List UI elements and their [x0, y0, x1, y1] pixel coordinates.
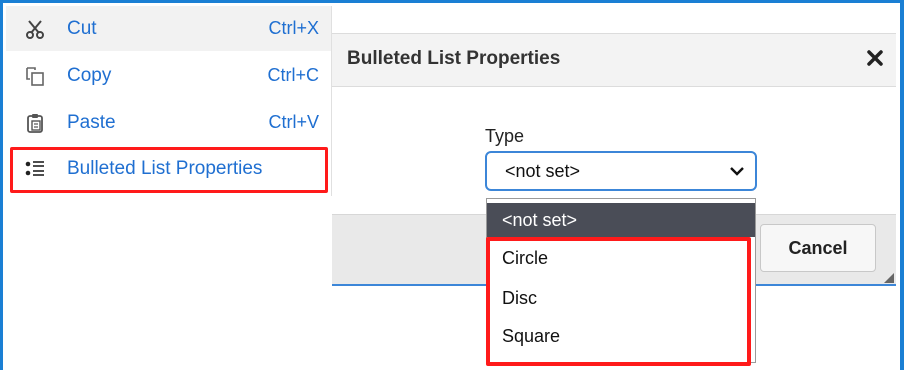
type-label: Type	[485, 126, 525, 146]
dropdown-option-not-set[interactable]: <not set>	[487, 203, 755, 237]
dropdown-option-label: <not set>	[502, 209, 578, 230]
dialog-title-bar: Bulleted List Properties	[332, 33, 896, 87]
menu-item-shortcut: Ctrl+V	[268, 112, 319, 132]
frame-left-border	[0, 0, 3, 370]
frame-top-border	[0, 0, 904, 3]
menu-item-copy[interactable]: Copy Ctrl+C	[6, 53, 331, 98]
type-select-value: <not set>	[505, 161, 581, 181]
menu-item-label: Cut	[67, 17, 97, 39]
dialog-body: Type <not set>	[332, 86, 896, 214]
highlight-box-bulleted-list	[10, 147, 328, 193]
type-select[interactable]: <not set>	[485, 151, 757, 191]
highlight-box-options	[486, 237, 751, 366]
chevron-down-icon	[729, 164, 745, 178]
menu-item-label: Paste	[67, 111, 116, 133]
menu-item-shortcut: Ctrl+C	[267, 65, 319, 85]
resize-grip-icon[interactable]	[884, 270, 894, 283]
copy-icon	[24, 65, 46, 87]
dialog-title: Bulleted List Properties	[347, 48, 561, 69]
menu-item-label: Copy	[67, 64, 112, 86]
menu-item-cut[interactable]: Cut Ctrl+X	[6, 6, 331, 51]
frame-right-border	[900, 0, 904, 370]
menu-item-paste[interactable]: Paste Ctrl+V	[6, 100, 331, 145]
cancel-button[interactable]: Cancel	[760, 224, 876, 272]
paste-icon	[24, 112, 46, 134]
menu-item-shortcut: Ctrl+X	[268, 18, 319, 38]
scissors-icon	[24, 18, 46, 40]
close-icon[interactable]	[862, 44, 888, 72]
